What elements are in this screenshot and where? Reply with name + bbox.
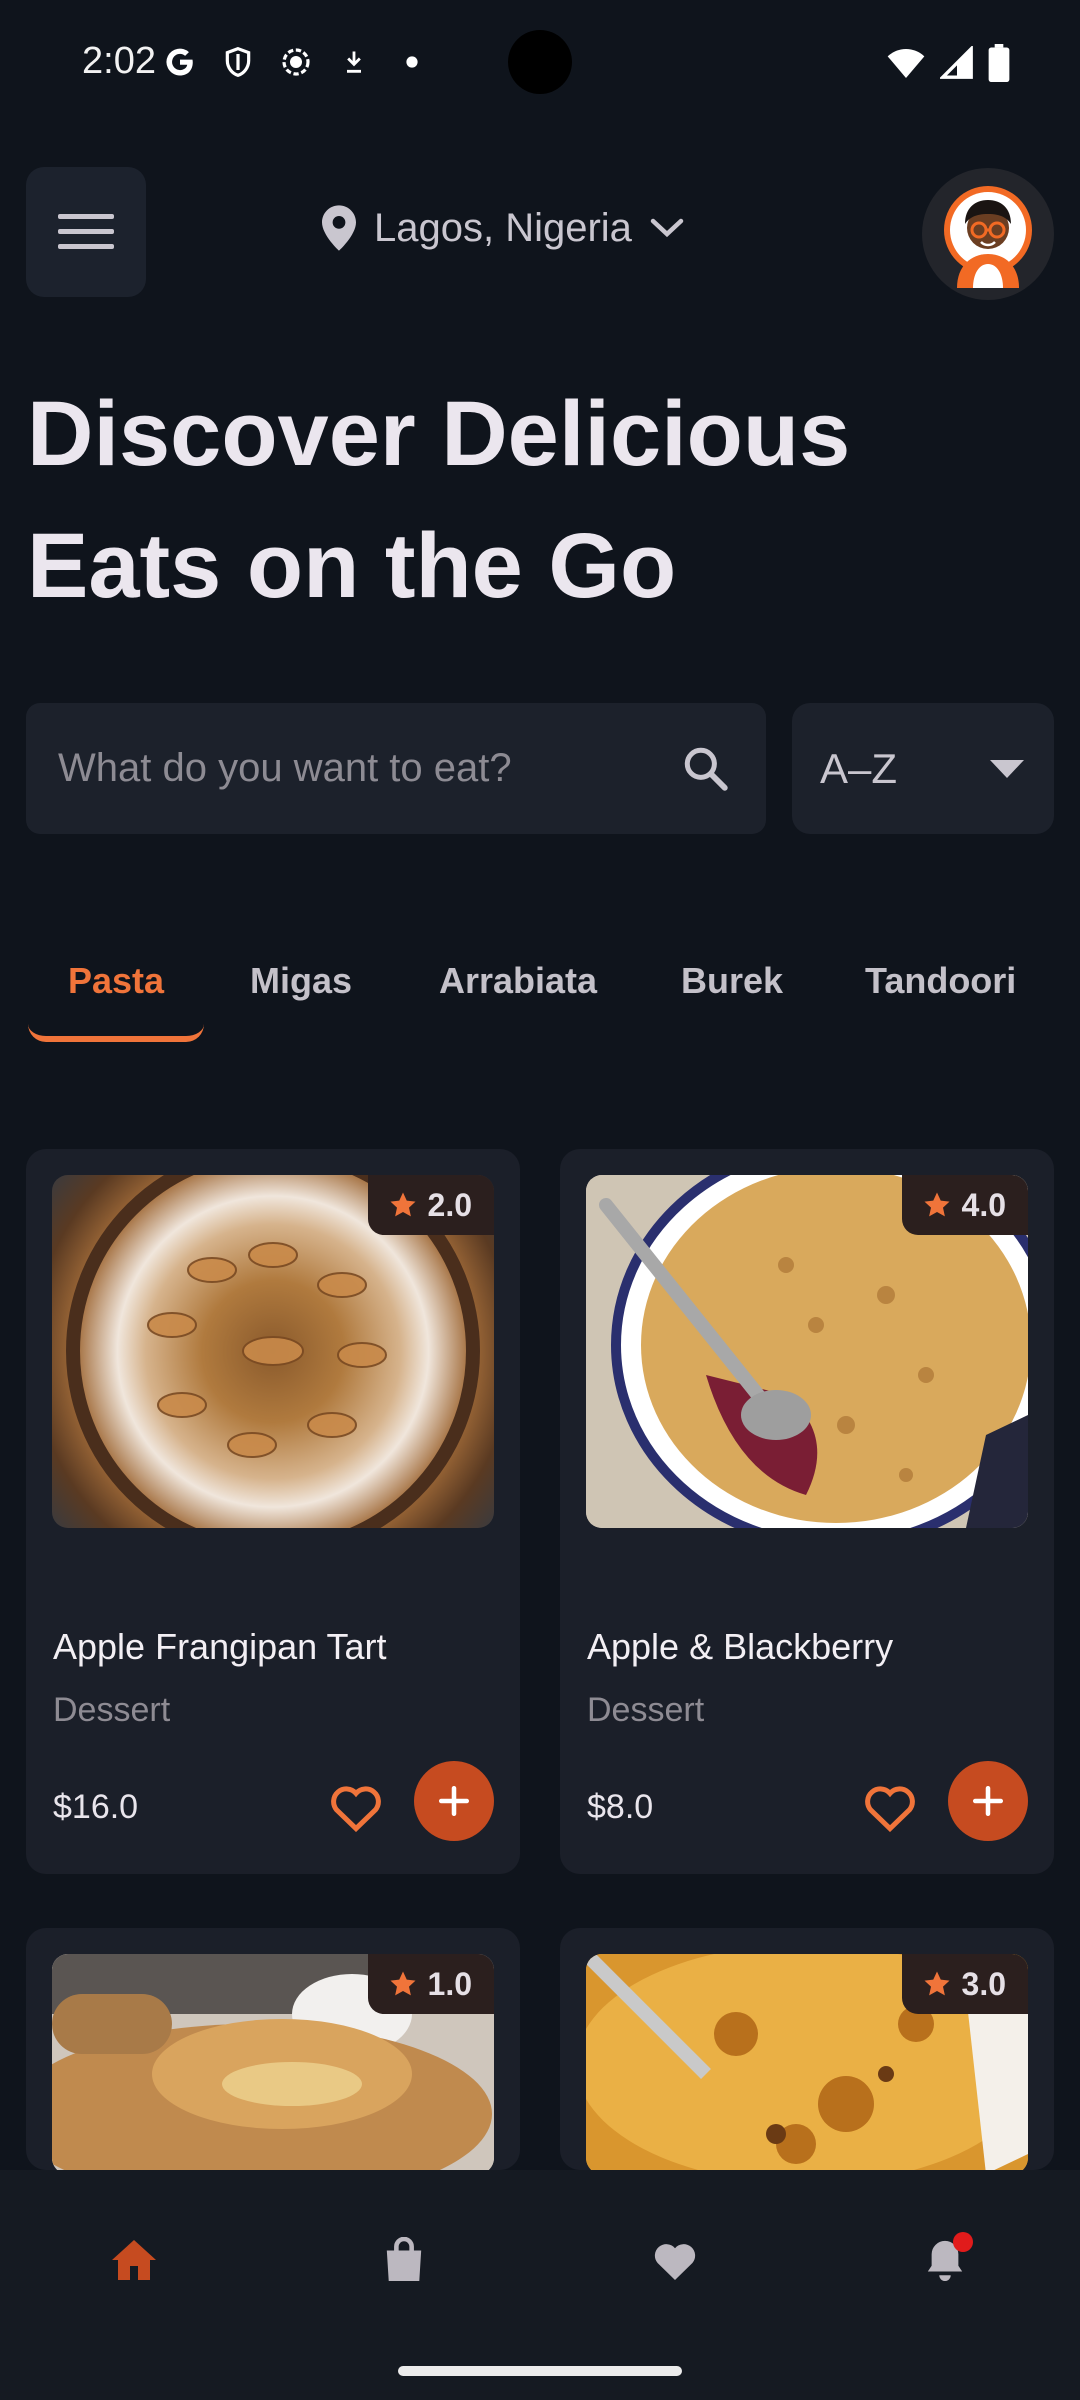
status-right-icons xyxy=(886,44,1010,87)
rating-value: 2.0 xyxy=(427,1186,472,1223)
location-label: Lagos, Nigeria xyxy=(374,205,632,250)
search-icon[interactable] xyxy=(680,743,730,798)
rating-badge: 4.0 xyxy=(901,1175,1028,1235)
search-box xyxy=(26,703,766,834)
dropdown-arrow-icon xyxy=(990,759,1024,778)
tab-pasta[interactable]: Pasta xyxy=(68,960,164,1002)
status-bar: 2:02 xyxy=(0,0,1080,130)
page-title-line1: Discover Delicious xyxy=(27,383,851,485)
product-name: Apple Frangipan Tart xyxy=(53,1626,387,1667)
sort-value: A–Z xyxy=(820,744,898,792)
star-icon xyxy=(390,1192,416,1217)
page-title: Discover Delicious Eats on the Go xyxy=(27,368,927,632)
notification-dot xyxy=(953,2232,973,2252)
heart-icon xyxy=(654,2244,696,2280)
menu-icon xyxy=(58,214,114,249)
rating-value: 3.0 xyxy=(961,1965,1006,2002)
signal-icon xyxy=(938,44,974,85)
active-tab-indicator xyxy=(28,1022,204,1042)
rating-value: 4.0 xyxy=(961,1186,1006,1223)
camera-cutout xyxy=(508,30,572,94)
product-category: Dessert xyxy=(587,1691,705,1729)
product-card[interactable]: 4.0 Apple & Blackberry Dessert $8.0 xyxy=(560,1149,1054,1874)
avatar[interactable] xyxy=(922,168,1054,300)
profile-illustration xyxy=(944,186,1032,288)
chevron-down-icon xyxy=(650,218,684,238)
battery-icon xyxy=(988,44,1010,87)
shield-icon xyxy=(220,44,256,80)
tab-burek[interactable]: Burek xyxy=(681,960,783,1002)
nav-home[interactable] xyxy=(104,2230,164,2290)
status-left-icons xyxy=(162,44,430,80)
home-indicator xyxy=(398,2366,682,2376)
tab-migas[interactable]: Migas xyxy=(250,960,352,1002)
bag-icon xyxy=(386,2237,422,2281)
nav-notifications[interactable] xyxy=(915,2230,975,2290)
download-icon xyxy=(336,44,372,80)
rating-badge: 1.0 xyxy=(367,1954,494,2014)
dot-icon xyxy=(394,44,430,80)
nav-cart[interactable] xyxy=(374,2230,434,2290)
favorite-button[interactable] xyxy=(326,1777,386,1837)
location-selector[interactable]: Lagos, Nigeria xyxy=(322,205,684,251)
rating-badge: 3.0 xyxy=(901,1954,1028,2014)
star-icon xyxy=(390,1971,416,1996)
sort-dropdown[interactable]: A–Z xyxy=(792,703,1054,834)
record-icon xyxy=(278,44,314,80)
location-pin-icon xyxy=(322,205,356,251)
tab-tandoori[interactable]: Tandoori xyxy=(865,960,1016,1002)
star-icon xyxy=(924,1192,950,1217)
star-icon xyxy=(924,1971,950,1996)
product-name: Apple & Blackberry xyxy=(587,1626,894,1667)
plus-icon xyxy=(972,1785,1004,1817)
heart-outline-icon xyxy=(865,1786,915,1832)
rating-value: 1.0 xyxy=(427,1965,472,2002)
add-to-cart-button[interactable] xyxy=(948,1761,1028,1841)
product-card[interactable]: 2.0 Apple Frangipan Tart Dessert $16.0 xyxy=(26,1149,520,1874)
wifi-icon xyxy=(886,46,926,85)
product-price: $16.0 xyxy=(53,1788,139,1826)
status-time: 2:02 xyxy=(82,40,156,82)
rating-badge: 2.0 xyxy=(367,1175,494,1235)
page-title-line2: Eats on the Go xyxy=(27,515,677,617)
product-card[interactable]: 3.0 xyxy=(560,1928,1054,2170)
search-input[interactable] xyxy=(58,703,658,834)
tab-arrabiata[interactable]: Arrabiata xyxy=(439,960,597,1002)
product-price: $8.0 xyxy=(587,1788,654,1826)
heart-outline-icon xyxy=(331,1786,381,1832)
favorite-button[interactable] xyxy=(860,1777,920,1837)
nav-favorites[interactable] xyxy=(645,2230,705,2290)
product-category: Dessert xyxy=(53,1691,171,1729)
add-to-cart-button[interactable] xyxy=(414,1761,494,1841)
plus-icon xyxy=(438,1785,470,1817)
category-tabs: Pasta Migas Arrabiata Burek Tandoori xyxy=(28,960,1080,1042)
menu-button[interactable] xyxy=(26,167,146,297)
product-card[interactable]: 1.0 xyxy=(26,1928,520,2170)
google-icon xyxy=(162,44,198,80)
bottom-navigation xyxy=(0,2170,1080,2400)
home-icon xyxy=(112,2240,156,2280)
